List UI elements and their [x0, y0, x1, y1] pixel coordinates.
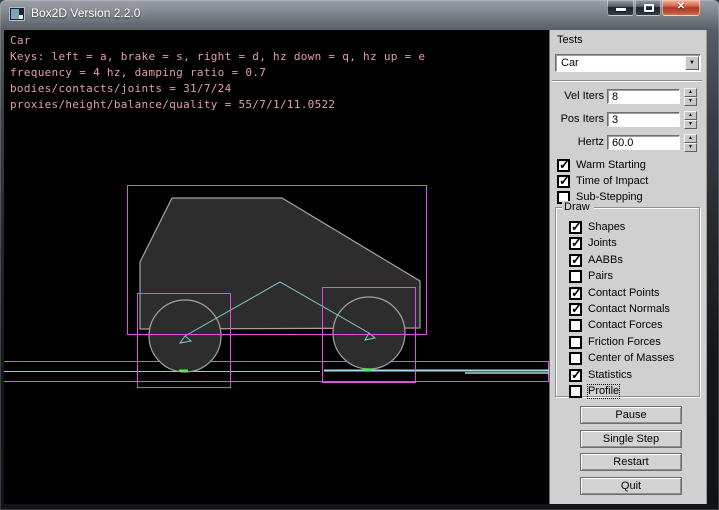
checkbox-label: AABBs — [588, 254, 623, 267]
checkbox-aabbs[interactable]: ✓ AABBs — [569, 253, 623, 267]
pause-button[interactable]: Pause — [580, 406, 682, 424]
bodies-stats-line: bodies/contacts/joints = 31/7/24 — [10, 82, 425, 98]
checkbox-box[interactable]: ✓ — [569, 270, 582, 283]
hertz-spinner: ▲ ▼ — [684, 134, 697, 152]
hertz-label: Hertz — [550, 134, 604, 151]
hertz-input[interactable]: 60.0 — [607, 135, 680, 150]
title-bar[interactable]: Box2D Version 2.2.0 ✕ — [0, 0, 719, 29]
tests-dropdown[interactable]: Car ▼ — [555, 54, 701, 72]
checkbox-center-of-masses[interactable]: ✓ Center of Masses — [569, 351, 674, 365]
window-title: Box2D Version 2.2.0 — [31, 0, 140, 29]
checkbox-label: Pairs — [588, 270, 613, 283]
minimize-icon — [616, 8, 626, 11]
checkbox-box[interactable]: ✓ — [557, 175, 570, 188]
checkbox-label: Center of Masses — [588, 352, 674, 365]
single-step-button[interactable]: Single Step — [580, 430, 682, 448]
draw-group-label: Draw — [562, 201, 594, 213]
spinner-down-icon[interactable]: ▼ — [684, 120, 697, 129]
checkbox-label: Contact Points — [588, 287, 660, 300]
minimize-button[interactable] — [607, 0, 634, 16]
contact-point-right — [363, 369, 372, 372]
checkbox-box[interactable]: ✓ — [569, 287, 582, 300]
pos-iters-row: Pos Iters 3 ▲ ▼ — [550, 111, 708, 129]
check-icon: ✓ — [559, 173, 570, 189]
frequency-line: frequency = 4 hz, damping ratio = 0.7 — [10, 66, 425, 82]
spinner-down-icon[interactable]: ▼ — [684, 143, 697, 152]
check-icon: ✓ — [571, 367, 582, 383]
checkbox-box[interactable]: ✓ — [557, 159, 570, 172]
checkbox-statistics[interactable]: ✓ Statistics — [569, 368, 632, 382]
proxies-stats-line: proxies/height/balance/quality = 55/7/1/… — [10, 98, 425, 114]
checkbox-label: Warm Starting — [576, 159, 646, 172]
checkbox-box[interactable]: ✓ — [569, 254, 582, 267]
window-controls: ✕ — [607, 0, 700, 16]
checkbox-shapes[interactable]: ✓ Shapes — [569, 220, 625, 234]
checkbox-joints[interactable]: ✓ Joints — [569, 236, 617, 250]
checkbox-contact-points[interactable]: ✓ Contact Points — [569, 286, 660, 300]
close-button[interactable]: ✕ — [662, 0, 700, 16]
spinner-down-icon[interactable]: ▼ — [684, 97, 697, 106]
checkbox-box[interactable]: ✓ — [569, 369, 582, 382]
pos-iters-label: Pos Iters — [550, 111, 604, 128]
app-icon — [9, 7, 25, 21]
check-icon: ✓ — [559, 157, 570, 173]
check-icon: ✓ — [571, 285, 582, 301]
simulation-canvas[interactable]: Car Keys: left = a, brake = s, right = d… — [4, 30, 549, 504]
checkbox-label: Contact Forces — [588, 319, 663, 332]
checkbox-box[interactable]: ✓ — [569, 385, 582, 398]
checkbox-pairs[interactable]: ✓ Pairs — [569, 269, 613, 283]
checkbox-label: Joints — [588, 237, 617, 250]
pos-iters-input[interactable]: 3 — [607, 112, 680, 127]
restart-button[interactable]: Restart — [580, 453, 682, 471]
tests-label: Tests — [557, 34, 583, 46]
separator — [552, 80, 702, 82]
app-window: Box2D Version 2.2.0 ✕ — [0, 0, 719, 510]
check-icon: ✓ — [571, 252, 582, 268]
checkbox-warm-starting[interactable]: ✓ Warm Starting — [557, 158, 646, 172]
checkbox-box[interactable]: ✓ — [569, 352, 582, 365]
check-icon: ✓ — [571, 219, 582, 235]
vel-iters-spinner: ▲ ▼ — [684, 88, 697, 106]
checkbox-box[interactable]: ✓ — [569, 319, 582, 332]
checkbox-box[interactable]: ✓ — [569, 336, 582, 349]
hertz-row: Hertz 60.0 ▲ ▼ — [550, 134, 708, 152]
maximize-icon — [644, 4, 654, 12]
tests-dropdown-value: Car — [561, 56, 579, 71]
check-icon: ✓ — [571, 301, 582, 317]
maximize-button[interactable] — [635, 0, 661, 16]
checkbox-box[interactable]: ✓ — [569, 221, 582, 234]
checkbox-label: Contact Normals — [588, 303, 670, 316]
spinner-up-icon[interactable]: ▲ — [684, 88, 697, 97]
spinner-up-icon[interactable]: ▲ — [684, 111, 697, 120]
keys-help-line: Keys: left = a, brake = s, right = d, hz… — [10, 50, 425, 66]
vel-iters-input[interactable]: 8 — [607, 89, 680, 104]
draw-group: Draw ✓ Shapes ✓ Joints ✓ AABBs ✓ Pairs ✓… — [555, 207, 700, 397]
pos-iters-spinner: ▲ ▼ — [684, 111, 697, 129]
checkbox-contact-forces[interactable]: ✓ Contact Forces — [569, 318, 663, 332]
spinner-up-icon[interactable]: ▲ — [684, 134, 697, 143]
dropdown-arrow-button[interactable]: ▼ — [685, 56, 699, 70]
control-panel: Tests Car ▼ Vel Iters 8 ▲ ▼ Pos Iters 3 … — [549, 30, 707, 504]
test-title: Car — [10, 34, 425, 50]
checkbox-contact-normals[interactable]: ✓ Contact Normals — [569, 302, 670, 316]
checkbox-profile[interactable]: ✓ Profile — [569, 384, 619, 398]
debug-info-text: Car Keys: left = a, brake = s, right = d… — [10, 34, 425, 114]
checkbox-label: Statistics — [588, 369, 632, 382]
checkbox-box[interactable]: ✓ — [569, 237, 582, 250]
checkbox-time-of-impact[interactable]: ✓ Time of Impact — [557, 174, 648, 188]
contact-point-left — [179, 370, 188, 373]
check-icon: ✓ — [571, 235, 582, 251]
checkbox-friction-forces[interactable]: ✓ Friction Forces — [569, 335, 661, 349]
checkbox-label: Profile — [588, 385, 619, 398]
vel-iters-label: Vel Iters — [550, 88, 604, 105]
chevron-down-icon: ▼ — [689, 60, 695, 66]
quit-button[interactable]: Quit — [580, 477, 682, 495]
vel-iters-row: Vel Iters 8 ▲ ▼ — [550, 88, 708, 106]
checkbox-label: Time of Impact — [576, 175, 648, 188]
checkbox-label: Friction Forces — [588, 336, 661, 349]
checkbox-box[interactable]: ✓ — [569, 303, 582, 316]
close-icon: ✕ — [663, 1, 699, 12]
checkbox-label: Shapes — [588, 221, 625, 234]
